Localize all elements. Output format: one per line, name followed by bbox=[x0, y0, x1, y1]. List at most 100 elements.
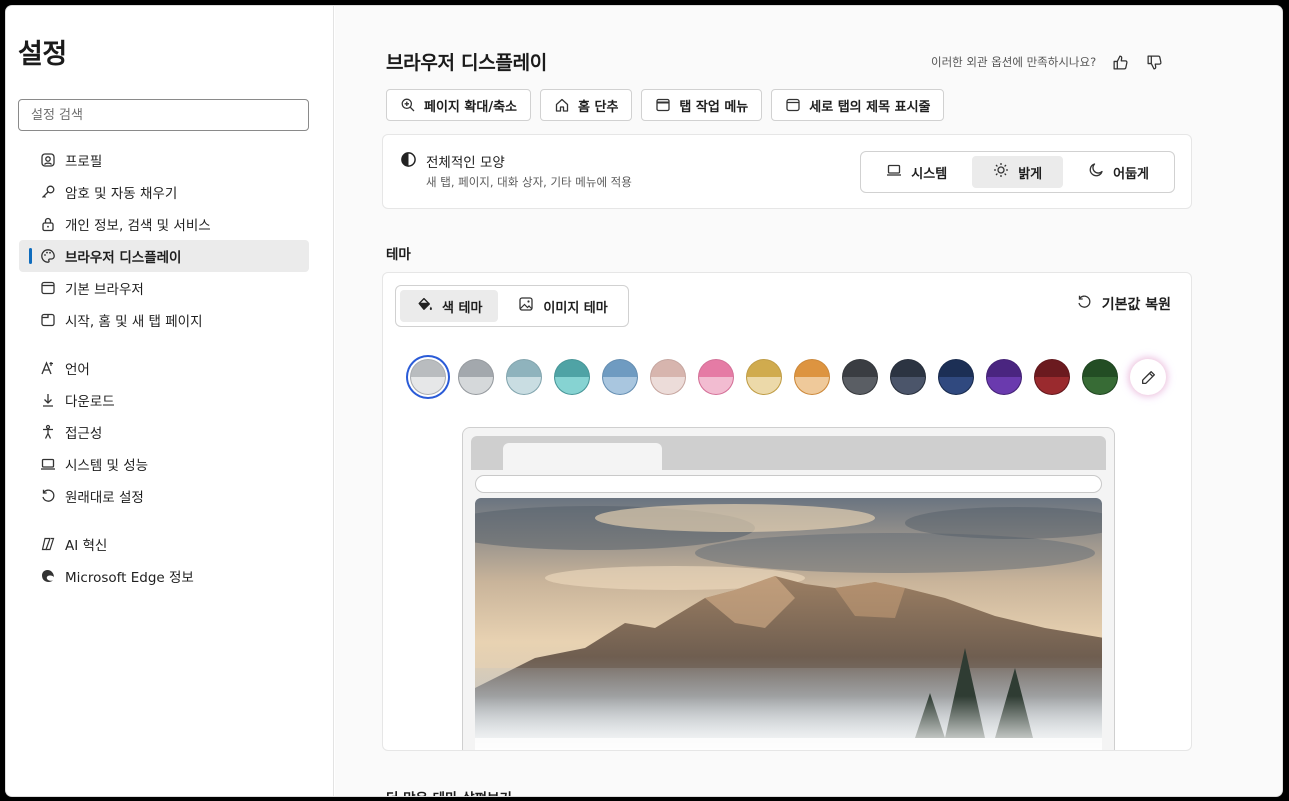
thumbs-up-icon[interactable] bbox=[1110, 52, 1130, 72]
color-swatch[interactable] bbox=[458, 359, 494, 395]
color-swatch[interactable] bbox=[890, 359, 926, 395]
tab-actions-icon bbox=[655, 97, 671, 113]
appearance-mode-selector: 시스템 밝게 어둡게 bbox=[860, 151, 1175, 193]
sidebar-nav: 프로필 암호 및 자동 채우기 개인 정보, 검색 및 서비스 브라우저 디스플… bbox=[19, 144, 309, 592]
edge-icon bbox=[39, 568, 56, 585]
profile-icon bbox=[39, 152, 56, 169]
sidebar-item-label: 프로필 bbox=[65, 154, 103, 170]
sidebar-item-label: 시작, 홈 및 새 탭 페이지 bbox=[65, 314, 203, 330]
sidebar-item-browser-display[interactable]: 브라우저 디스플레이 bbox=[19, 240, 309, 272]
color-swatch[interactable] bbox=[986, 359, 1022, 395]
moon-icon bbox=[1088, 162, 1104, 182]
feedback-prompt: 이러한 외관 옵션에 만족하시나요? bbox=[931, 55, 1097, 69]
zoom-button-label: 페이지 확대/축소 bbox=[424, 99, 517, 115]
sidebar-item-system[interactable]: 시스템 및 성능 bbox=[19, 448, 309, 480]
eyedropper-icon[interactable] bbox=[1130, 359, 1166, 395]
mode-system-button[interactable]: 시스템 bbox=[865, 156, 968, 188]
sidebar-item-reset[interactable]: 원래대로 설정 bbox=[19, 480, 309, 512]
sidebar-item-start-home[interactable]: 시작, 홈 및 새 탭 페이지 bbox=[19, 304, 309, 336]
color-swatch[interactable] bbox=[938, 359, 974, 395]
sidebar-item-label: 시스템 및 성능 bbox=[65, 458, 149, 474]
color-swatch[interactable] bbox=[842, 359, 878, 395]
search-input[interactable] bbox=[18, 99, 309, 131]
feedback-bar: 이러한 외관 옵션에 만족하시나요? bbox=[931, 52, 1164, 72]
tab-actions-button[interactable]: 탭 작업 메뉴 bbox=[641, 89, 763, 121]
color-swatch[interactable] bbox=[410, 359, 446, 395]
vertical-tab-icon bbox=[785, 97, 801, 113]
more-themes-link[interactable]: 더 많은 테마 살펴보기 bbox=[386, 787, 512, 796]
appearance-text: 전체적인 모양 새 탭, 페이지, 대화 상자, 기타 메뉴에 적용 bbox=[426, 151, 632, 190]
accessibility-icon bbox=[39, 424, 56, 441]
image-theme-tab[interactable]: 이미지 테마 bbox=[502, 290, 623, 322]
sidebar-item-language[interactable]: 언어 bbox=[19, 352, 309, 384]
sidebar-item-profile[interactable]: 프로필 bbox=[19, 144, 309, 176]
sidebar-item-passwords[interactable]: 암호 및 자동 채우기 bbox=[19, 176, 309, 208]
copilot-icon bbox=[39, 536, 56, 553]
laptop-icon bbox=[39, 456, 56, 473]
key-icon bbox=[39, 184, 56, 201]
home-icon bbox=[554, 97, 570, 113]
sidebar-item-label: 암호 및 자동 채우기 bbox=[65, 186, 178, 202]
sidebar-item-label: 언어 bbox=[65, 362, 90, 378]
paint-bucket-icon bbox=[416, 296, 433, 317]
preview-address-bar bbox=[475, 475, 1102, 493]
mode-light-label: 밝게 bbox=[1018, 166, 1043, 182]
sidebar-title: 설정 bbox=[18, 39, 67, 70]
mode-light-button[interactable]: 밝게 bbox=[972, 156, 1064, 188]
sidebar-item-label: 브라우저 디스플레이 bbox=[65, 250, 182, 266]
contrast-icon bbox=[400, 151, 417, 190]
palette-icon bbox=[39, 248, 56, 265]
sidebar-item-privacy[interactable]: 개인 정보, 검색 및 서비스 bbox=[19, 208, 309, 240]
image-theme-label: 이미지 테마 bbox=[543, 300, 608, 316]
color-swatch[interactable] bbox=[794, 359, 830, 395]
color-swatch[interactable] bbox=[698, 359, 734, 395]
home-button[interactable]: 홈 단추 bbox=[540, 89, 633, 121]
restore-default-button[interactable]: 기본값 복원 bbox=[1076, 294, 1171, 314]
browser-icon bbox=[39, 280, 56, 297]
sidebar-item-default-browser[interactable]: 기본 브라우저 bbox=[19, 272, 309, 304]
theme-type-selector: 색 테마 이미지 테마 bbox=[395, 285, 629, 327]
sidebar: 설정 프로필 암호 및 자동 채우기 개인 정보, 검색 및 서비스 bbox=[6, 6, 334, 796]
color-theme-tab[interactable]: 색 테마 bbox=[400, 290, 499, 322]
reset-icon bbox=[1076, 294, 1092, 314]
color-swatch[interactable] bbox=[602, 359, 638, 395]
tab-actions-button-label: 탭 작업 메뉴 bbox=[679, 99, 749, 115]
sidebar-item-label: 기본 브라우저 bbox=[65, 282, 144, 298]
color-swatch[interactable] bbox=[650, 359, 686, 395]
new-tab-icon bbox=[39, 312, 56, 329]
sidebar-item-label: Microsoft Edge 정보 bbox=[65, 570, 194, 586]
settings-window: 설정 프로필 암호 및 자동 채우기 개인 정보, 검색 및 서비스 bbox=[6, 6, 1282, 796]
color-swatch-list bbox=[410, 359, 1166, 395]
color-swatch[interactable] bbox=[1082, 359, 1118, 395]
zoom-icon bbox=[400, 97, 416, 113]
color-swatch[interactable] bbox=[506, 359, 542, 395]
sidebar-item-ai[interactable]: AI 혁신 bbox=[19, 528, 309, 560]
sidebar-item-label: 원래대로 설정 bbox=[65, 490, 144, 506]
restore-default-label: 기본값 복원 bbox=[1101, 297, 1171, 313]
main-content: 브라우저 디스플레이 이러한 외관 옵션에 만족하시나요? 페이지 확대/축소 bbox=[335, 6, 1282, 796]
color-swatch[interactable] bbox=[1034, 359, 1070, 395]
vertical-tab-title-button[interactable]: 세로 탭의 제목 표시줄 bbox=[771, 89, 945, 121]
thumbs-down-icon[interactable] bbox=[1144, 52, 1164, 72]
vertical-tab-title-button-label: 세로 탭의 제목 표시줄 bbox=[809, 99, 931, 115]
zoom-button[interactable]: 페이지 확대/축소 bbox=[386, 89, 531, 121]
appearance-title: 전체적인 모양 bbox=[426, 155, 505, 171]
sidebar-item-label: 다운로드 bbox=[65, 394, 115, 410]
mode-system-label: 시스템 bbox=[911, 166, 948, 182]
home-button-label: 홈 단추 bbox=[578, 99, 619, 115]
laptop-icon bbox=[886, 162, 902, 182]
color-swatch[interactable] bbox=[746, 359, 782, 395]
sidebar-item-downloads[interactable]: 다운로드 bbox=[19, 384, 309, 416]
appearance-info: 전체적인 모양 새 탭, 페이지, 대화 상자, 기타 메뉴에 적용 bbox=[400, 151, 632, 190]
mode-dark-button[interactable]: 어둡게 bbox=[1067, 156, 1170, 188]
preview-tab bbox=[503, 443, 662, 470]
theme-preview bbox=[462, 427, 1115, 750]
sidebar-item-about[interactable]: Microsoft Edge 정보 bbox=[19, 560, 309, 592]
sidebar-item-accessibility[interactable]: 접근성 bbox=[19, 416, 309, 448]
mode-dark-label: 어둡게 bbox=[1113, 166, 1149, 182]
sidebar-item-label: AI 혁신 bbox=[65, 538, 108, 554]
color-theme-label: 색 테마 bbox=[442, 300, 483, 316]
color-swatch[interactable] bbox=[554, 359, 590, 395]
